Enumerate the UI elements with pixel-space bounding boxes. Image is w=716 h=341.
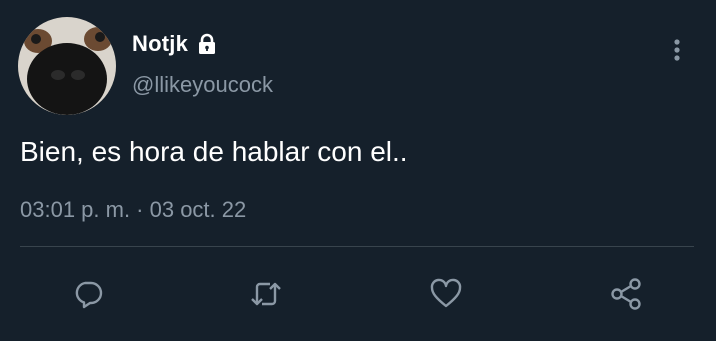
reply-button[interactable]	[66, 272, 110, 316]
heart-icon	[430, 278, 462, 308]
lock-icon	[195, 32, 219, 56]
retweet-button[interactable]	[244, 272, 288, 316]
reply-icon	[75, 281, 103, 309]
divider	[20, 246, 694, 247]
tweet-text: Bien, es hora de hablar con el..	[20, 136, 408, 167]
share-icon	[611, 278, 641, 310]
user-handle[interactable]: @llikeyoucock	[132, 72, 273, 98]
author-name-row: Notjk	[132, 28, 219, 60]
like-button[interactable]	[424, 272, 468, 316]
avatar-image	[18, 17, 116, 115]
display-name[interactable]: Notjk	[132, 31, 188, 57]
more-vertical-icon[interactable]	[664, 36, 690, 64]
retweet-icon	[251, 282, 281, 306]
avatar[interactable]	[18, 17, 116, 115]
tweet-timestamp[interactable]: 03:01 p. m. · 03 oct. 22	[20, 197, 246, 223]
share-button[interactable]	[604, 272, 648, 316]
